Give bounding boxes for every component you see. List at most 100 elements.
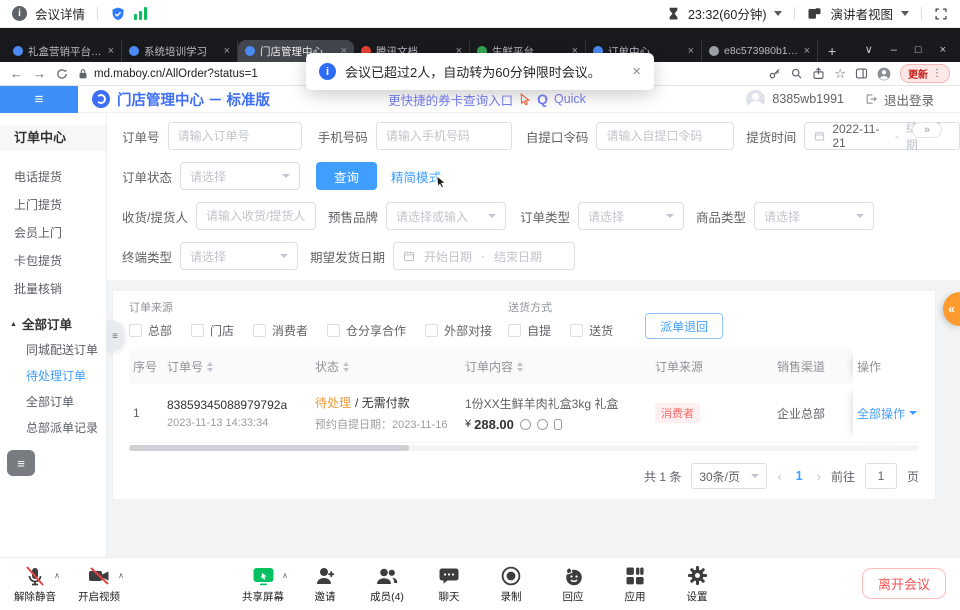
zoom-icon[interactable] [790, 67, 803, 80]
mic-options-chevron[interactable]: ∧ [54, 571, 60, 580]
source-checkbox-store[interactable]: 门店 [191, 322, 234, 339]
all-actions-dropdown[interactable]: 全部操作 [857, 405, 917, 422]
tab-search-icon[interactable]: ∨ [865, 43, 873, 56]
checkbox-icon[interactable] [253, 324, 266, 337]
sidebar-group-all-orders[interactable]: ▲ 全部订单 [0, 313, 106, 337]
sidebar-item-member-visit[interactable]: 会员上门 [0, 219, 106, 247]
share-screen-button[interactable]: 共享屏幕 ∧ [236, 563, 290, 604]
presale-brand-select[interactable]: 请选择或输入 [386, 202, 506, 230]
search-button[interactable]: 查询 [316, 162, 377, 190]
current-page[interactable]: 1 [792, 469, 807, 483]
record-button[interactable]: 录制 [484, 563, 538, 604]
goods-type-select[interactable]: 请选择 [754, 202, 874, 230]
scrollbar-thumb[interactable] [129, 445, 409, 451]
new-tab-button[interactable]: + [818, 43, 846, 62]
source-checkbox-warehouse-share[interactable]: 仓分享合作 [327, 322, 406, 339]
start-video-button[interactable]: 开启视频 ∧ [72, 563, 126, 604]
checkbox-icon[interactable] [191, 324, 204, 337]
horizontal-scrollbar[interactable] [129, 445, 919, 451]
view-dropdown-icon[interactable] [901, 11, 909, 16]
group-collapse-icon[interactable]: ▲ [10, 313, 17, 337]
page-size-select[interactable]: 30条/页 [691, 463, 767, 489]
checkbox-icon[interactable] [425, 324, 438, 337]
checkbox-icon[interactable] [129, 324, 142, 337]
quick-q-icon[interactable]: Q [537, 91, 548, 107]
window-close-icon[interactable]: × [940, 44, 946, 56]
back-icon[interactable]: ← [10, 67, 23, 80]
profile-icon[interactable] [877, 67, 891, 81]
simple-mode-link[interactable]: 精简模式 [391, 167, 441, 186]
apps-button[interactable]: 应用 [608, 563, 662, 604]
chrome-update-button[interactable]: 更新 ⋮ [900, 64, 950, 83]
sidebar-item-door-pickup[interactable]: 上门提货 [0, 191, 106, 219]
expected-ship-date-range[interactable]: 开始日期 - 结束日期 [393, 242, 575, 270]
reload-icon[interactable] [56, 68, 68, 80]
phone-device-icon[interactable] [554, 419, 562, 430]
leave-meeting-button[interactable]: 离开会议 [862, 568, 946, 599]
settings-button[interactable]: 设置 [670, 563, 724, 604]
receiver-input[interactable] [206, 209, 306, 223]
sort-icon[interactable] [207, 362, 213, 372]
sidebar-item-batch-verify[interactable]: 批量核销 [0, 275, 106, 303]
checkbox-icon[interactable] [327, 324, 340, 337]
key-icon[interactable] [768, 67, 781, 80]
coupon-query-link[interactable]: 更快捷的券卡查询入口 [388, 90, 513, 109]
unmute-button[interactable]: 解除静音 ∧ [8, 563, 62, 604]
sidebar-item-pending-orders[interactable]: 待处理订单 [0, 363, 106, 389]
meeting-details-label[interactable]: 会议详情 [35, 4, 85, 23]
window-maximize-icon[interactable]: □ [915, 44, 922, 56]
dispatch-return-button[interactable]: 派单退回 [645, 313, 723, 339]
goto-page-input[interactable] [865, 463, 897, 489]
source-checkbox-consumer[interactable]: 消费者 [253, 322, 308, 339]
col-content[interactable]: 订单内容 [461, 349, 651, 384]
bookmark-star-icon[interactable]: ☆ [834, 67, 846, 80]
source-checkbox-hq[interactable]: 总部 [129, 322, 172, 339]
tab-close-icon[interactable]: × [108, 45, 114, 57]
members-button[interactable]: 成员(4) [360, 563, 414, 604]
logout-link[interactable]: 退出登录 [884, 90, 934, 109]
sidebar-item-card-pickup[interactable]: 卡包提货 [0, 247, 106, 275]
floating-menu-button[interactable]: ≡ [7, 450, 35, 476]
timer-dropdown-icon[interactable] [774, 11, 782, 16]
next-page-button[interactable]: › [817, 469, 821, 484]
tab-close-icon[interactable]: × [688, 45, 694, 57]
sort-icon[interactable] [343, 362, 349, 372]
invite-button[interactable]: 邀请 [298, 563, 352, 604]
sidebar-item-all-orders[interactable]: 全部订单 [0, 389, 106, 415]
reactions-button[interactable]: 回应 [546, 563, 600, 604]
logout-icon[interactable] [865, 93, 877, 105]
window-minimize-icon[interactable]: – [891, 44, 897, 56]
meeting-info-icon[interactable]: i [12, 6, 27, 21]
pickup-code-input[interactable] [606, 129, 724, 143]
expand-filters-button[interactable]: » [912, 122, 942, 138]
source-checkbox-external[interactable]: 外部对接 [425, 322, 492, 339]
delivery-checkbox-delivery[interactable]: 送货 [570, 322, 613, 339]
tab-close-icon[interactable]: × [804, 45, 810, 57]
browser-tab-7[interactable]: e8c573980b1328a258fd2e6 × [702, 40, 818, 62]
toast-close-icon[interactable]: × [632, 63, 641, 80]
order-status-select[interactable]: 请选择 [180, 162, 300, 190]
tab-close-icon[interactable]: × [224, 45, 230, 57]
side-panel-icon[interactable] [855, 67, 868, 80]
sidebar-item-phone-pickup[interactable]: 电话提货 [0, 163, 106, 191]
tag-icon[interactable] [537, 419, 548, 430]
sidebar-toggle-button[interactable]: ≡ [0, 86, 78, 113]
browser-menu-icon[interactable]: ⋮ [932, 68, 942, 79]
security-shield-icon[interactable] [110, 6, 126, 22]
delivery-checkbox-selfpickup[interactable]: 自提 [508, 322, 551, 339]
order-no-value[interactable]: 83859345088979792a [167, 398, 307, 412]
quick-label[interactable]: Quick [554, 92, 586, 106]
browser-tab-1[interactable]: 礼盒营销平台管理中心 × [6, 40, 122, 62]
col-order-no[interactable]: 订单号 [163, 349, 311, 384]
camera-options-chevron[interactable]: ∧ [118, 571, 124, 580]
order-type-select[interactable]: 请选择 [578, 202, 684, 230]
network-signal-icon[interactable] [134, 7, 147, 20]
phone-input[interactable] [386, 129, 502, 143]
fullscreen-icon[interactable] [934, 7, 948, 21]
forward-icon[interactable]: → [33, 67, 46, 80]
browser-tab-2[interactable]: 系统培训学习 × [122, 40, 238, 62]
checkbox-icon[interactable] [508, 324, 521, 337]
sort-icon[interactable] [517, 362, 523, 372]
prev-page-button[interactable]: ‹ [777, 469, 781, 484]
sidebar-item-hq-dispatch-log[interactable]: 总部派单记录 [0, 415, 106, 441]
